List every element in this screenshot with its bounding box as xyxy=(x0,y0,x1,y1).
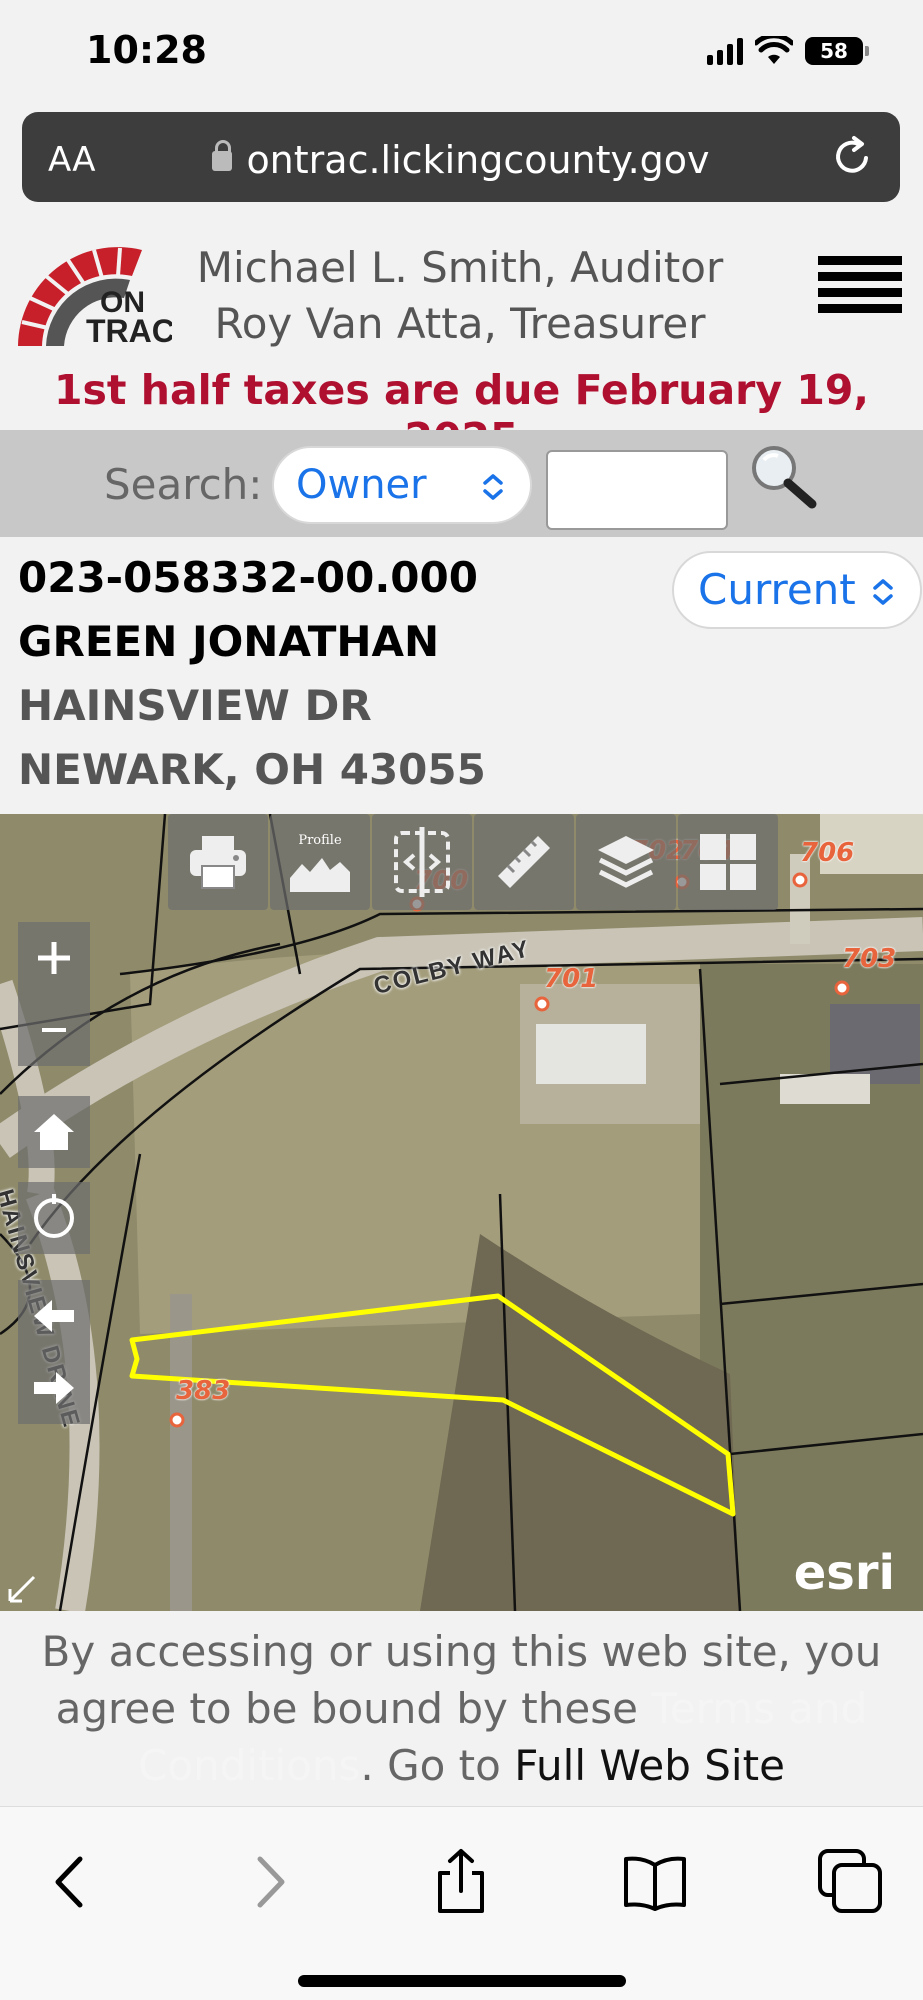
year-select[interactable]: Current xyxy=(672,551,922,629)
elevation-profile-icon xyxy=(290,857,350,892)
lock-icon xyxy=(212,140,233,171)
address-label: 383 xyxy=(176,1376,231,1406)
esri-attribution: esri xyxy=(793,1545,895,1601)
wifi-icon xyxy=(755,36,793,64)
swipe-compare-icon xyxy=(394,827,450,897)
search-input[interactable] xyxy=(546,450,728,530)
chevron-updown-icon xyxy=(483,474,503,500)
status-icons: 58 xyxy=(707,36,869,66)
battery-icon: 58 xyxy=(805,37,869,65)
plus-icon xyxy=(38,942,70,974)
forward-chevron-icon[interactable] xyxy=(234,1847,304,1917)
site-header: ON TRAC Michael L. Smith, Auditor Roy Va… xyxy=(0,226,923,462)
locate-icon xyxy=(34,1194,74,1238)
arrow-right-icon xyxy=(34,1372,74,1404)
browser-bottom-bar xyxy=(0,1806,923,2000)
status-time: 10:28 xyxy=(86,28,207,72)
zoom-controls xyxy=(18,922,90,1066)
print-button[interactable] xyxy=(168,814,268,910)
full-site-link[interactable]: Full Web Site xyxy=(514,1741,785,1790)
expand-icon[interactable] xyxy=(6,1573,38,1605)
address-label: 701 xyxy=(544,964,599,994)
url-text: ontrac.lickingcounty.gov xyxy=(246,138,710,182)
home-icon xyxy=(34,1114,74,1150)
logo-text-trac: TRAC xyxy=(86,313,172,346)
next-extent-button[interactable] xyxy=(18,1352,90,1424)
menu-icon[interactable] xyxy=(818,256,902,326)
disclaimer-text-middle: . Go to xyxy=(360,1741,515,1790)
zoom-in-button[interactable] xyxy=(18,922,90,994)
profile-label: Profile xyxy=(298,832,342,848)
basemap-gallery-button[interactable] xyxy=(678,814,778,910)
search-label: Search: xyxy=(104,460,263,509)
officials: Michael L. Smith, Auditor Roy Van Atta, … xyxy=(190,240,730,352)
minus-icon xyxy=(42,1028,66,1032)
back-chevron-icon[interactable] xyxy=(36,1847,106,1917)
tabs-icon[interactable] xyxy=(816,1847,886,1917)
grid-icon xyxy=(700,834,756,890)
auditor-name: Michael L. Smith, Auditor xyxy=(196,243,724,292)
layers-icon xyxy=(598,836,654,888)
arrow-left-icon xyxy=(34,1300,74,1332)
parcel-info: 023-058332-00.000 GREEN JONATHAN HAINSVI… xyxy=(0,537,923,814)
home-indicator xyxy=(298,1975,626,1987)
elevation-profile-button[interactable]: Profile xyxy=(270,814,370,910)
parcel-map[interactable]: COLBY WAY HAINSVIEW DR NE 700 702 704 70… xyxy=(0,814,923,1611)
layers-button[interactable] xyxy=(576,814,676,910)
home-button[interactable] xyxy=(18,1096,90,1168)
parcel-city: NEWARK, OH 43055 xyxy=(18,745,486,794)
treasurer-name: Roy Van Atta, Treasurer xyxy=(214,299,706,348)
owner-name: GREEN JONATHAN xyxy=(18,617,440,666)
measure-button[interactable] xyxy=(474,814,574,910)
aerial-imagery xyxy=(0,814,923,1611)
chevron-updown-icon xyxy=(873,579,893,605)
reload-icon[interactable] xyxy=(830,134,874,178)
address-label: 703 xyxy=(842,944,897,974)
parcel-id: 023-058332-00.000 xyxy=(18,553,478,602)
parcel-street: HAINSVIEW DR xyxy=(18,681,372,730)
year-select-value: Current xyxy=(698,565,856,614)
magnifier-search-button[interactable] xyxy=(744,440,824,520)
swipe-compare-button[interactable] xyxy=(372,814,472,910)
share-icon[interactable] xyxy=(426,1847,496,1917)
address-label: 706 xyxy=(800,838,855,868)
disclaimer: By accessing or using this web site, you… xyxy=(0,1611,923,1806)
ruler-icon xyxy=(498,836,550,888)
zoom-out-button[interactable] xyxy=(18,994,90,1066)
status-bar: 10:28 58 xyxy=(0,0,923,104)
map-toolbar: Profile xyxy=(168,814,778,910)
bookmarks-icon[interactable] xyxy=(620,1847,690,1917)
search-bar: Search: Owner xyxy=(0,430,923,537)
search-type-value: Owner xyxy=(296,462,427,508)
address-bar[interactable]: AA ontrac.lickingcounty.gov xyxy=(22,112,900,202)
cellular-signal-icon xyxy=(707,37,743,65)
search-type-select[interactable]: Owner xyxy=(272,446,532,524)
browser-toolbar: AA ontrac.lickingcounty.gov xyxy=(0,104,923,226)
printer-icon xyxy=(190,836,246,889)
ontrac-logo[interactable]: ON TRAC xyxy=(12,236,172,346)
locate-button[interactable] xyxy=(18,1182,90,1254)
previous-extent-button[interactable] xyxy=(18,1280,90,1352)
